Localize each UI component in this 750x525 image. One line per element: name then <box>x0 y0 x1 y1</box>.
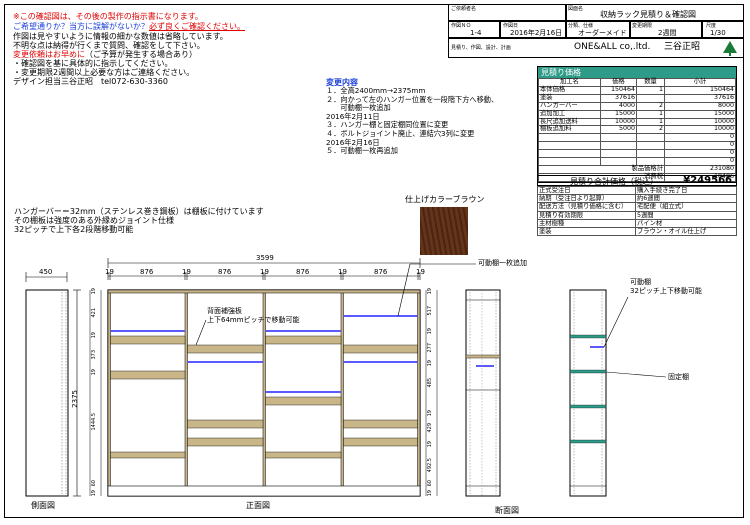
width-dim: 876 <box>218 268 232 276</box>
left-height-dim: 19 <box>91 369 97 376</box>
left-height-dim: 19 <box>91 490 97 497</box>
movable-shelf-callout-2: 32ピッチ上下移動可能 <box>630 287 702 295</box>
left-height-dim: 421 <box>91 308 97 318</box>
width-dim: 19 <box>105 268 114 276</box>
width-dim: 876 <box>140 268 154 276</box>
total-width-dim: 3599 <box>256 254 274 262</box>
right-height-dim: 19 <box>427 490 433 497</box>
width-dim: 876 <box>374 268 388 276</box>
right-height-dim: 19 <box>427 360 433 367</box>
left-height-dim: 60 <box>91 480 97 487</box>
right-height-dim: 60 <box>427 480 433 487</box>
left-height-dim: 373 <box>91 350 97 360</box>
left-height-dim: 19 <box>91 288 97 295</box>
right-height-dim: 19 <box>427 441 433 448</box>
right-height-dim: 19 <box>427 410 433 417</box>
side-view-label: 側面図 <box>31 501 55 510</box>
added-shelf-callout: 可動棚一枚追加 <box>478 259 527 267</box>
back-brace-callout-2: 上下64mmピッチで移動可能 <box>207 316 300 324</box>
left-height-dim: 19 <box>91 332 97 339</box>
front-view-label: 正面図 <box>246 501 270 510</box>
side-depth-dim: 450 <box>39 268 53 276</box>
side-view <box>25 272 81 497</box>
left-height-dim: 1444.5 <box>91 413 97 431</box>
section-view-label: 断面図 <box>495 506 519 515</box>
right-height-dim: 485 <box>427 378 433 388</box>
right-height-dim: 277 <box>427 343 433 353</box>
right-height-dim: 492.5 <box>427 458 433 473</box>
height-dim: 2375 <box>71 390 79 408</box>
section-view-2 <box>569 289 667 497</box>
width-dim: 19 <box>182 268 191 276</box>
section-view <box>465 289 501 497</box>
right-height-dim: 19 <box>427 328 433 335</box>
fixed-shelf-callout: 固定棚 <box>668 373 689 381</box>
width-dim: 19 <box>416 268 425 276</box>
front-view <box>89 258 476 497</box>
right-height-dim: 429 <box>427 423 433 433</box>
width-dim: 876 <box>296 268 310 276</box>
width-dim: 19 <box>260 268 269 276</box>
right-height-dim: 517 <box>427 306 433 316</box>
right-height-dim: 19 <box>427 288 433 295</box>
drawing-canvas <box>25 258 667 497</box>
width-dim: 19 <box>338 268 347 276</box>
